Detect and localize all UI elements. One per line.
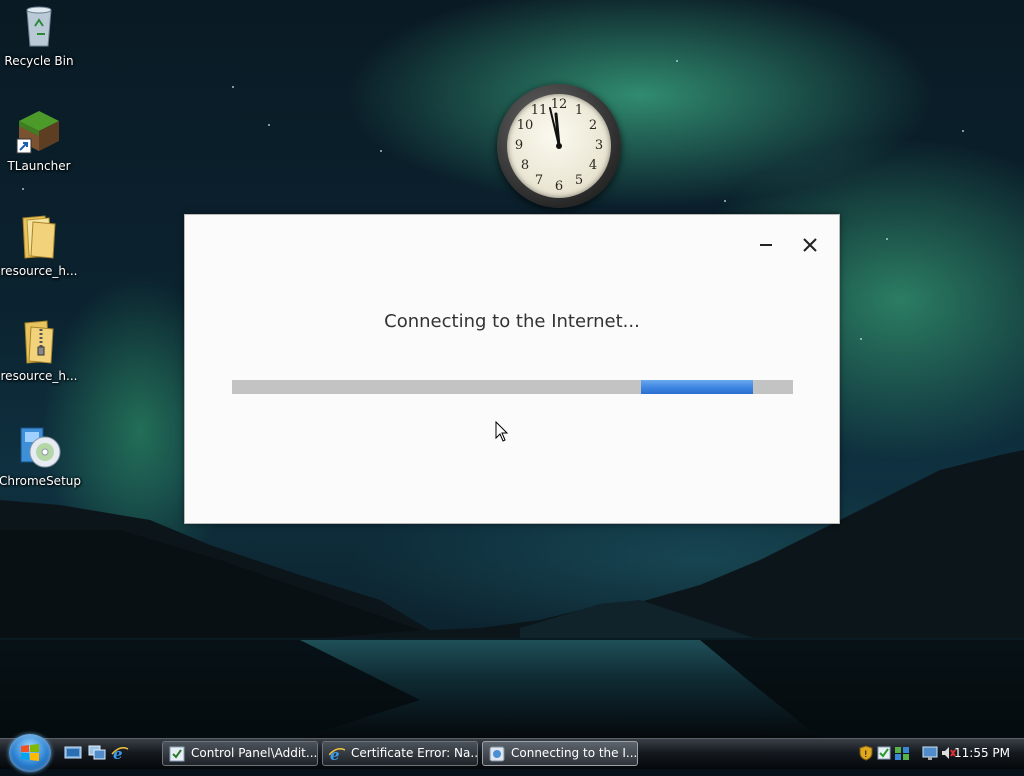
minecraft-grass-block-icon bbox=[15, 107, 63, 155]
taskbar-button-label: Control Panel\Addit... bbox=[191, 746, 318, 760]
network-status-icon[interactable] bbox=[894, 745, 910, 761]
desktop-icon-chromesetup[interactable]: ChromeSetup bbox=[0, 422, 81, 488]
svg-text:!: ! bbox=[864, 750, 868, 760]
close-icon bbox=[803, 238, 817, 252]
desktop-icon-recycle-bin[interactable]: Recycle Bin bbox=[0, 2, 79, 68]
security-shield-icon[interactable]: ! bbox=[858, 745, 874, 761]
system-tray: ! 11:55 PM bbox=[852, 741, 1024, 766]
clock-hands bbox=[549, 107, 562, 149]
taskbar-clock[interactable]: 11:55 PM bbox=[954, 741, 1010, 766]
close-button[interactable] bbox=[796, 233, 824, 257]
taskbar-button-connecting[interactable]: Connecting to the I... bbox=[482, 741, 638, 766]
folder-icon bbox=[15, 212, 63, 260]
windows-update-icon[interactable] bbox=[876, 745, 892, 761]
display-icon[interactable] bbox=[922, 745, 938, 761]
switch-windows-icon bbox=[88, 745, 106, 760]
desktop-icon-label: Recycle Bin bbox=[4, 54, 74, 68]
progress-bar bbox=[232, 380, 793, 394]
taskbar-button-label: Certificate Error: Na... bbox=[351, 746, 478, 760]
desktop-icon-resource-zip[interactable]: resource_h... bbox=[0, 317, 79, 383]
internet-explorer-quicklaunch[interactable]: e bbox=[111, 745, 129, 763]
switch-windows-button[interactable] bbox=[88, 745, 106, 761]
taskbar-button-label: Connecting to the I... bbox=[511, 746, 638, 760]
internet-explorer-icon: e bbox=[111, 745, 129, 763]
taskbar-button-certificate-error[interactable]: e Certificate Error: Na... bbox=[322, 741, 478, 766]
desktop-icon-tlauncher[interactable]: TLauncher bbox=[0, 107, 79, 173]
show-desktop-button[interactable] bbox=[64, 745, 82, 761]
internet-explorer-icon: e bbox=[329, 746, 345, 762]
desktop-icon-label: resource_h... bbox=[0, 264, 78, 278]
taskbar-button-control-panel[interactable]: Control Panel\Addit... bbox=[162, 741, 318, 766]
desktop-icon-resource-folder[interactable]: resource_h... bbox=[0, 212, 79, 278]
progress-marquee-chunk bbox=[641, 380, 753, 394]
control-panel-icon bbox=[169, 746, 185, 762]
mouse-pointer-icon bbox=[495, 421, 509, 442]
dialog-message: Connecting to the Internet... bbox=[384, 311, 640, 332]
clock-gadget[interactable]: 12 1 2 3 4 5 6 7 8 9 10 11 bbox=[497, 84, 621, 208]
zip-folder-icon bbox=[15, 317, 63, 365]
installer-dialog: Connecting to the Internet... bbox=[184, 214, 840, 524]
recycle-bin-icon bbox=[15, 2, 63, 50]
desktop-icon-label: TLauncher bbox=[7, 159, 71, 173]
windows-logo-icon bbox=[21, 744, 39, 761]
desktop-icon-label: resource_h... bbox=[0, 369, 78, 383]
show-desktop-icon bbox=[64, 746, 82, 759]
clock-face: 12 1 2 3 4 5 6 7 8 9 10 11 bbox=[507, 94, 611, 198]
desktop-icon-label: ChromeSetup bbox=[0, 474, 81, 488]
start-button[interactable] bbox=[9, 734, 51, 772]
setup-cd-icon bbox=[15, 422, 63, 470]
installer-icon bbox=[489, 746, 505, 762]
minimize-icon bbox=[760, 244, 772, 246]
minimize-button[interactable] bbox=[752, 233, 780, 257]
